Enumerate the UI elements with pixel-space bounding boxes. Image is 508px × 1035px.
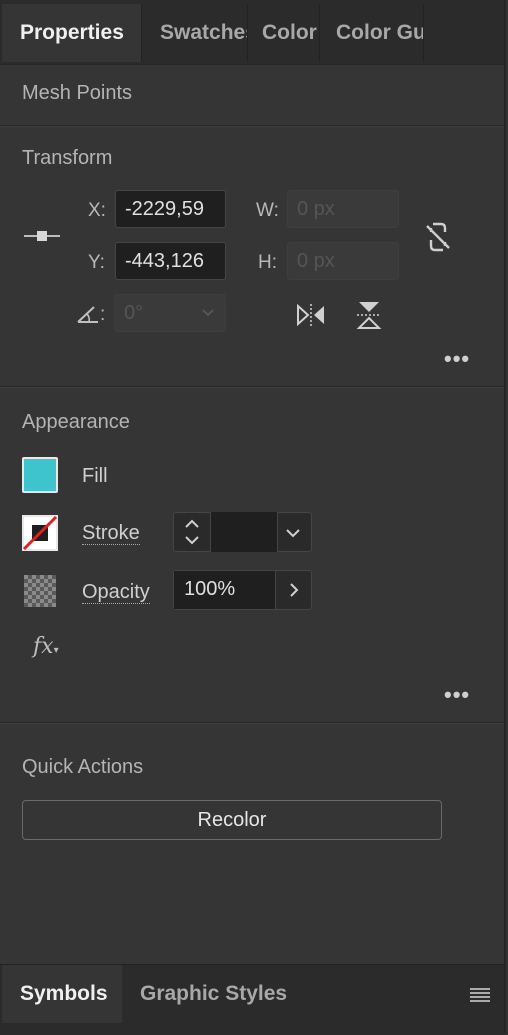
- opacity-label[interactable]: Opacity: [82, 581, 150, 604]
- tab-color-guide[interactable]: Color Gu: [320, 4, 424, 62]
- stroke-weight-input[interactable]: [210, 512, 278, 552]
- properties-panel: Properties Swatches Color Color Gu Mesh …: [0, 0, 506, 1035]
- tab-bar: Properties Swatches Color Color Gu: [0, 0, 504, 65]
- appearance-title: Appearance: [22, 411, 130, 433]
- flip-vertical-icon[interactable]: [356, 300, 382, 330]
- chevron-down-icon: [202, 309, 214, 317]
- angle-value: 0°: [124, 302, 144, 324]
- y-position-field[interactable]: [115, 242, 226, 280]
- flip-horizontal-icon[interactable]: [296, 303, 326, 327]
- stroke-weight-control[interactable]: [173, 512, 312, 552]
- tab-properties[interactable]: Properties: [2, 4, 142, 62]
- stroke-swatch[interactable]: [22, 515, 58, 551]
- angle-label: :: [100, 304, 106, 325]
- angle-dropdown[interactable]: 0°: [114, 294, 226, 332]
- constrain-link-icon[interactable]: [423, 218, 453, 256]
- quick-actions-title: Quick Actions: [22, 756, 144, 778]
- x-label: X:: [88, 200, 106, 221]
- chevron-right-icon[interactable]: [289, 582, 299, 598]
- w-label: W:: [256, 200, 279, 221]
- tab-symbols[interactable]: Symbols: [2, 965, 122, 1023]
- reference-point-icon[interactable]: [22, 226, 62, 246]
- divider: [0, 386, 504, 388]
- stroke-stepper-icon[interactable]: [182, 517, 202, 547]
- divider: [0, 125, 504, 127]
- transform-more-options-icon[interactable]: •••: [444, 346, 470, 372]
- opacity-input[interactable]: 100%: [174, 571, 276, 609]
- height-field[interactable]: [287, 242, 399, 280]
- stroke-label[interactable]: Stroke: [82, 522, 140, 545]
- recolor-button[interactable]: Recolor: [22, 800, 442, 840]
- width-field[interactable]: [287, 190, 399, 228]
- appearance-more-options-icon[interactable]: •••: [444, 682, 470, 708]
- y-label: Y:: [88, 252, 105, 273]
- h-label: H:: [258, 252, 277, 273]
- fill-label: Fill: [82, 465, 108, 487]
- mesh-points-title: Mesh Points: [22, 82, 133, 104]
- bottom-tab-bar: Symbols Graphic Styles: [0, 964, 504, 1035]
- fill-swatch[interactable]: [22, 457, 58, 493]
- opacity-checker-icon[interactable]: [24, 575, 56, 607]
- tab-swatches[interactable]: Swatches: [142, 4, 248, 62]
- effects-fx-icon[interactable]: fx▾: [33, 634, 59, 659]
- rotate-angle-icon: [77, 306, 98, 323]
- opacity-control[interactable]: 100%: [173, 570, 312, 610]
- panel-menu-icon[interactable]: [469, 987, 491, 1003]
- tab-graphic-styles[interactable]: Graphic Styles: [122, 965, 302, 1023]
- x-position-field[interactable]: [115, 190, 226, 228]
- transform-title: Transform: [22, 147, 113, 169]
- divider: [0, 722, 504, 724]
- chevron-down-icon[interactable]: [285, 528, 301, 538]
- tab-color[interactable]: Color: [248, 4, 320, 62]
